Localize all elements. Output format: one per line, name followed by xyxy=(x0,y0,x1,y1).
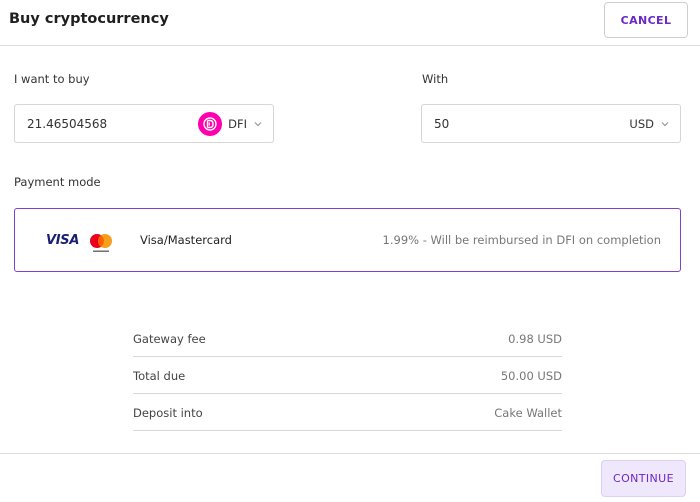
payment-method-name: Visa/Mastercard xyxy=(140,233,232,247)
chevron-down-icon xyxy=(661,121,669,126)
buy-amount-value[interactable]: 21.46504568 xyxy=(27,117,107,131)
page-title: Buy cryptocurrency xyxy=(9,11,169,27)
with-currency-label: USD xyxy=(629,116,654,131)
chevron-down-icon xyxy=(254,121,262,126)
gateway-fee-value: 0.98 USD xyxy=(508,332,562,346)
order-summary: Gateway fee 0.98 USD Total due 50.00 USD… xyxy=(133,320,562,431)
summary-row: Deposit into Cake Wallet xyxy=(133,394,562,431)
visa-logo: VISA xyxy=(46,233,80,248)
cancel-button[interactable]: CANCEL xyxy=(604,2,688,38)
with-amount-value[interactable]: 50 xyxy=(434,117,449,131)
buy-currency-select[interactable]: DFI xyxy=(198,105,263,142)
total-due-value: 50.00 USD xyxy=(500,369,562,383)
mastercard-logo-icon xyxy=(90,234,112,252)
gateway-fee-label: Gateway fee xyxy=(133,332,206,346)
continue-button[interactable]: CONTINUE xyxy=(601,460,686,497)
dfi-coin-icon xyxy=(198,111,223,136)
deposit-into-label: Deposit into xyxy=(133,406,203,420)
payment-option-visa-mastercard[interactable]: VISA Visa/Mastercard 1.99% - Will be rei… xyxy=(14,208,681,272)
with-label: With xyxy=(422,72,449,86)
payment-method-note: 1.99% - Will be reimbursed in DFI on com… xyxy=(382,233,661,247)
with-amount-field[interactable]: 50 USD xyxy=(421,104,681,143)
payment-mode-label: Payment mode xyxy=(14,175,101,189)
deposit-into-value: Cake Wallet xyxy=(494,406,562,420)
summary-row: Total due 50.00 USD xyxy=(133,357,562,394)
buy-amount-field[interactable]: 21.46504568 DFI xyxy=(14,104,274,143)
summary-row: Gateway fee 0.98 USD xyxy=(133,320,562,357)
header: Buy cryptocurrency CANCEL xyxy=(0,0,700,46)
total-due-label: Total due xyxy=(133,369,186,383)
with-currency-select[interactable]: USD xyxy=(629,105,670,142)
buy-label: I want to buy xyxy=(14,72,90,86)
buy-currency-label: DFI xyxy=(228,116,247,131)
footer-divider xyxy=(0,453,700,454)
